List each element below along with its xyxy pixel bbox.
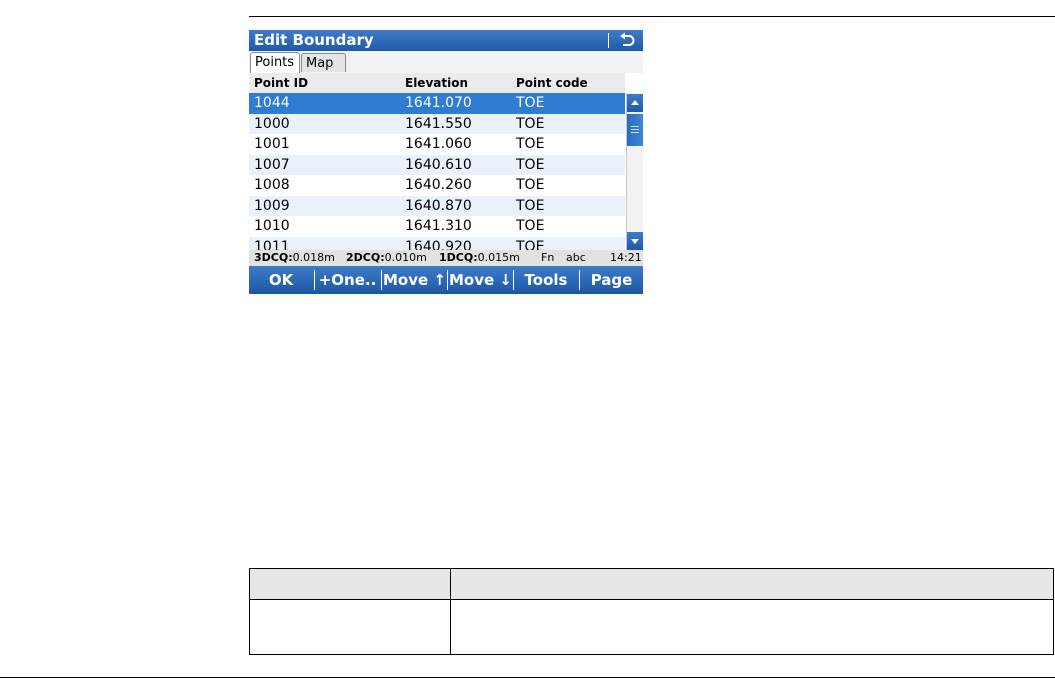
device-screen: Edit Boundary Points Map Point ID Elevat…: [249, 30, 643, 294]
vertical-scrollbar[interactable]: [626, 93, 643, 250]
table-row[interactable]: 1011 1640.920 TOE: [249, 236, 625, 251]
table-row[interactable]: 1001 1641.060 TOE: [249, 134, 625, 155]
title-separator: [608, 33, 609, 48]
arrow-down-icon: [631, 239, 639, 244]
tab-points[interactable]: Points: [250, 52, 300, 73]
scroll-up-button[interactable]: [627, 94, 643, 112]
table-row[interactable]: 1010 1641.310 TOE: [249, 216, 625, 237]
cell-point-code: TOE: [516, 197, 545, 214]
tab-map[interactable]: Map: [301, 53, 346, 72]
add-one-button[interactable]: +One..: [315, 266, 380, 294]
quality-1d: 1DCQ:0.015m: [439, 250, 520, 266]
cell-elevation: 1641.550: [405, 115, 472, 132]
fn-indicator: Fn: [541, 251, 555, 264]
quality-2d: 2DCQ:0.010m: [346, 250, 427, 266]
table-row[interactable]: 1044 1641.070 TOE: [249, 93, 625, 114]
tab-strip: Points Map: [249, 51, 643, 73]
cell-point-code: TOE: [516, 218, 545, 234]
top-rule: [249, 16, 1055, 17]
cell-elevation: 1640.920: [405, 238, 472, 251]
scroll-down-button[interactable]: [627, 232, 643, 250]
cell-point-id: 1011: [254, 238, 290, 251]
window-title: Edit Boundary: [254, 31, 374, 49]
cell-elevation: 1641.060: [405, 136, 472, 152]
softkey-bar: OK +One.. Move ↑ Move ↓ Tools Page: [249, 266, 643, 294]
back-icon[interactable]: [618, 32, 636, 49]
move-up-button[interactable]: Move ↑: [382, 266, 447, 294]
thumb-grip: [631, 132, 639, 133]
cell-point-id: 1010: [254, 218, 290, 234]
description-table: [249, 568, 1054, 655]
description-table-header-cell: [450, 568, 1054, 600]
ok-button[interactable]: OK: [249, 266, 313, 294]
arrow-up-icon: [631, 100, 639, 105]
cell-elevation: 1641.070: [405, 95, 472, 111]
column-header-point-id[interactable]: Point ID: [254, 73, 308, 93]
quality-2d-label: 2DCQ:: [346, 251, 385, 264]
cell-point-id: 1000: [254, 115, 290, 132]
cell-point-id: 1007: [254, 156, 290, 173]
cell-point-id: 1009: [254, 197, 290, 214]
quality-2d-value: 0.010m: [384, 251, 427, 264]
cell-elevation: 1641.310: [405, 218, 472, 234]
points-list: 1044 1641.070 TOE 1000 1641.550 TOE 1001…: [249, 93, 625, 250]
page-button[interactable]: Page: [580, 266, 643, 294]
table-row[interactable]: 1009 1640.870 TOE: [249, 195, 625, 216]
column-header-point-code[interactable]: Point code: [516, 73, 588, 93]
tools-button[interactable]: Tools: [514, 266, 578, 294]
cell-elevation: 1640.260: [405, 177, 472, 193]
status-bar: 3DCQ:0.018m 2DCQ:0.010m 1DCQ:0.015m Fn a…: [249, 250, 643, 266]
cell-point-code: TOE: [516, 115, 545, 132]
clock: 14:21: [610, 251, 642, 264]
cell-point-id: 1008: [254, 177, 290, 193]
table-header: Point ID Elevation Point code: [249, 73, 625, 93]
cell-point-code: TOE: [516, 177, 545, 193]
quality-3d-value: 0.018m: [292, 251, 335, 264]
description-table-row: [249, 599, 1054, 655]
cell-point-code: TOE: [516, 95, 545, 111]
table-row[interactable]: 1008 1640.260 TOE: [249, 175, 625, 196]
cell-point-code: TOE: [516, 238, 545, 251]
title-bar: Edit Boundary: [249, 30, 643, 51]
cell-point-code: TOE: [516, 136, 545, 152]
cell-elevation: 1640.870: [405, 197, 472, 214]
description-table-header-cell: [249, 568, 451, 600]
cell-point-id: 1001: [254, 136, 290, 152]
thumb-grip: [631, 129, 639, 130]
quality-3d: 3DCQ:0.018m: [254, 250, 335, 266]
thumb-grip: [631, 126, 639, 127]
description-table-cell: [450, 599, 1054, 655]
bottom-rule: [0, 677, 1055, 678]
table-row[interactable]: 1000 1641.550 TOE: [249, 113, 625, 134]
cell-point-code: TOE: [516, 156, 545, 173]
quality-1d-label: 1DCQ:: [439, 251, 478, 264]
description-table-cell: [249, 599, 451, 655]
input-mode-indicator: abc: [566, 251, 586, 264]
manual-page: Edit Boundary Points Map Point ID Elevat…: [0, 0, 1055, 679]
quality-1d-value: 0.015m: [477, 251, 520, 264]
column-header-elevation[interactable]: Elevation: [405, 73, 468, 93]
quality-3d-label: 3DCQ:: [254, 251, 293, 264]
move-down-button[interactable]: Move ↓: [448, 266, 513, 294]
table-row[interactable]: 1007 1640.610 TOE: [249, 154, 625, 175]
cell-elevation: 1640.610: [405, 156, 472, 173]
scroll-thumb[interactable]: [627, 114, 643, 146]
cell-point-id: 1044: [254, 95, 290, 111]
description-table-header-row: [249, 568, 1054, 600]
